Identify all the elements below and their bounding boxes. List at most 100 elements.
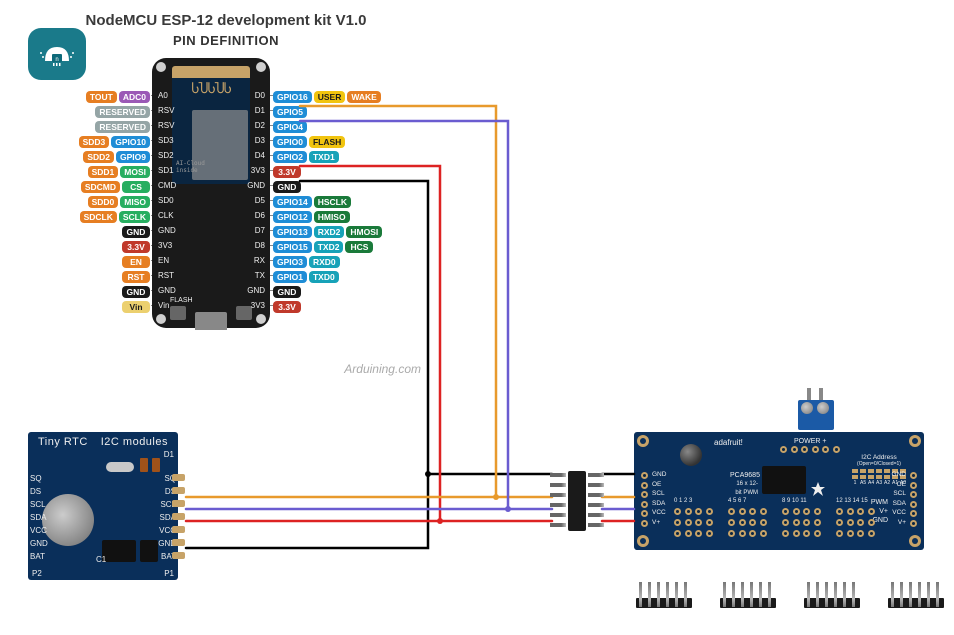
pin-tag: GPIO13 [273, 226, 312, 238]
pin-tag: GND [122, 286, 150, 298]
pca-hole-row [836, 519, 875, 526]
board-pin-label: CLK [158, 211, 180, 220]
rtc-pin-label: SQ [30, 472, 48, 485]
junction-gnd [425, 471, 431, 477]
pca-pin-label: SCL [892, 489, 906, 499]
pin-row-right: GPIO13RXD2HMOSI [272, 225, 383, 238]
pca-side-hole [641, 520, 648, 527]
antenna-icon: ႱႮႱႮႱ [191, 82, 231, 97]
pca-addr-bit-label: A5 [860, 480, 866, 486]
rtc-battery-icon [42, 494, 94, 546]
pca-side-hole [910, 501, 917, 508]
rtc-title-right: I2C modules [101, 436, 168, 448]
pca-side-hole [641, 501, 648, 508]
header-pin [588, 483, 604, 487]
header-pin [588, 523, 604, 527]
rtc-pin-label: BAT [30, 550, 48, 563]
board-pin-label: RSV [158, 106, 180, 115]
pca-side-hole [641, 482, 648, 489]
wiring-diagram: NodeMCU ESP-12 development kit V1.0 PIN … [0, 0, 954, 635]
pca-col-vplus: V+ [879, 508, 888, 515]
board-pin-label: Vin [158, 301, 180, 310]
junction-3v3 [437, 518, 443, 524]
pin-row-left: 3.3V [121, 240, 151, 253]
pin-row-left: GND [121, 225, 151, 238]
pca-pin-label: SDA [652, 499, 666, 509]
loose-header-block [804, 580, 860, 608]
pca-hole-row [674, 519, 713, 526]
pin-tag: GND [273, 181, 301, 193]
pin-tag: SDD2 [83, 151, 114, 163]
watermark: Arduining.com [344, 362, 421, 376]
pin-row-left: SDCLKSCLK [79, 210, 151, 223]
pca-pin-label: OE [892, 480, 906, 490]
pin-row-left: SDD1MOSI [87, 165, 151, 178]
pin-tag: HMOSI [346, 226, 382, 238]
board-pin-label: D0 [243, 91, 265, 100]
nodemcu-board: ႱႮႱႮႱ AI-Cloudinside FLASH Arduining.com… [66, 58, 421, 348]
usb-port-icon [195, 312, 227, 330]
pin-row-left: EN [121, 255, 151, 268]
pca-col-gnd: GND [872, 517, 888, 524]
pca-addr-bit-label: A3 [876, 480, 882, 486]
pin-tag: TXD2 [314, 241, 344, 253]
header-pin [588, 493, 604, 497]
pin-tag: HSCLK [314, 196, 351, 208]
board-pin-label: D8 [243, 241, 265, 250]
board-pin-label: D1 [243, 106, 265, 115]
chip-marking: AI-Cloudinside [176, 160, 205, 174]
pca9685-board: PCA9685 16 x 12-bit PWM adafruit! POWER … [634, 432, 924, 550]
pin-tag: FLASH [309, 136, 345, 148]
pin-row-right: GND [272, 285, 302, 298]
pin-tag: TXD1 [309, 151, 339, 163]
pca-addr-bit-label: A4 [868, 480, 874, 486]
pca-side-hole [641, 491, 648, 498]
pin-row-right: GPIO14HSCLK [272, 195, 352, 208]
header-pin [588, 513, 604, 517]
pca-addr-pad [852, 469, 858, 479]
header-pin [550, 523, 566, 527]
pin-row-right: 3.3V [272, 300, 302, 313]
pin-tag: MISO [120, 196, 150, 208]
pca-hole-row [728, 508, 767, 515]
loose-header-block [720, 580, 776, 608]
pca-chip-label: PCA9685 16 x 12-bit PWM [730, 472, 758, 497]
board-pin-label: SD2 [158, 151, 180, 160]
board-pin-label: D6 [243, 211, 265, 220]
board-pin-label: D5 [243, 196, 265, 205]
board-pin-label: CMD [158, 181, 180, 190]
pin-row-left: SDD0MISO [87, 195, 151, 208]
rtc-pins-left: SQDSSCLSDAVCCGNDBAT [30, 472, 48, 563]
pin-tag: EN [122, 256, 150, 268]
rtc-title: Tiny RTC I2C modules [38, 436, 168, 448]
board-pin-label: GND [158, 226, 180, 235]
board-pin-label: D7 [243, 226, 265, 235]
board-pin-label: GND [243, 286, 265, 295]
pin-row-left: RST [121, 270, 151, 283]
pca-hole-row [782, 519, 821, 526]
board-pin-label: 3V3 [158, 241, 180, 250]
board-pin-label: D2 [243, 121, 265, 130]
pca-channel-labels: 8 9 10 11 [782, 498, 807, 505]
header-pin [588, 473, 604, 477]
pin-tag: ADC0 [119, 91, 150, 103]
pca-pin-label: V+ [652, 518, 666, 528]
pin-tag: GPIO9 [116, 151, 150, 163]
header-pin [550, 513, 566, 517]
header-pin [550, 503, 566, 507]
pin-row-right: GND [272, 180, 302, 193]
pin-tag: GND [273, 286, 301, 298]
rtc-resistor-icon [140, 458, 148, 472]
pca-chip-line1: PCA9685 [730, 472, 760, 479]
pin-tag: RESERVED [95, 121, 150, 133]
board-pin-label: SD0 [158, 196, 180, 205]
pin-tag: 3.3V [273, 166, 301, 178]
pin-tag: GND [122, 226, 150, 238]
pin-tag: SDD1 [88, 166, 119, 178]
pca-side-labels-right: GNDOESCLSDAVCCV+ [892, 470, 906, 527]
pin-tag: GPIO4 [273, 121, 307, 133]
pin-tag: WAKE [347, 91, 381, 103]
pca-addr-pad [860, 469, 866, 479]
pca-addr-bit-label: A2 [884, 480, 890, 486]
pin-tag: HCS [345, 241, 373, 253]
